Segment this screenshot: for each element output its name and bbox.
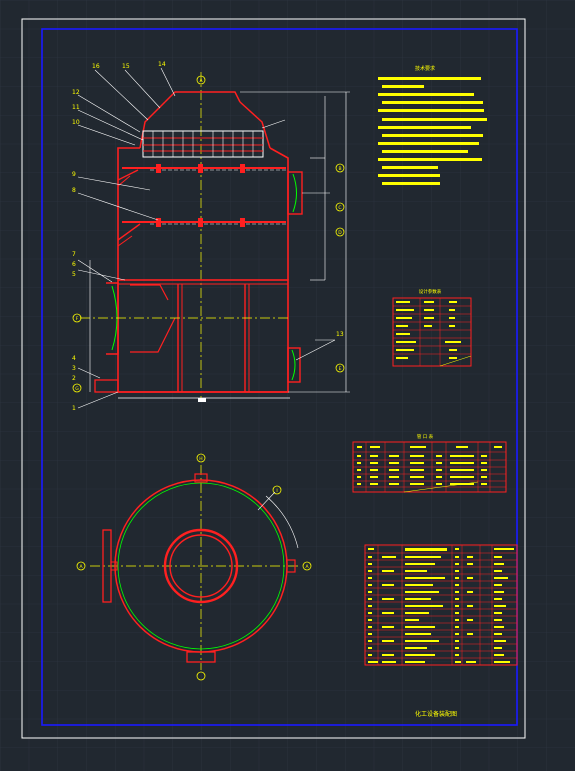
part-label: 13 bbox=[336, 331, 344, 338]
nozzle-table-title: 管 口 表 bbox=[417, 433, 434, 440]
part-label: 12 bbox=[72, 89, 80, 96]
part-label: 6 bbox=[72, 261, 76, 268]
nozzle-letter: H bbox=[199, 456, 202, 462]
part-label: 10 bbox=[72, 119, 80, 126]
nozzle-letter: G bbox=[75, 386, 79, 392]
nozzle-letter: D bbox=[338, 230, 342, 236]
part-label: 16 bbox=[92, 63, 100, 70]
part-label: 2 bbox=[72, 375, 76, 382]
nozzle-letter: E bbox=[339, 366, 342, 372]
nozzle-letter: I bbox=[276, 488, 277, 494]
part-label: 4 bbox=[72, 355, 76, 362]
part-label: 9 bbox=[72, 171, 76, 178]
nozzle-letter: C bbox=[338, 205, 341, 211]
part-label: 5 bbox=[72, 271, 76, 278]
part-label: 8 bbox=[72, 187, 76, 194]
nozzle-letter: F bbox=[76, 316, 79, 322]
part-label: 7 bbox=[72, 251, 76, 258]
part-label: 3 bbox=[72, 365, 76, 372]
part-label: 1 bbox=[72, 405, 76, 412]
title-block-label: 化工设备装配图 bbox=[415, 710, 457, 718]
part-label: 11 bbox=[72, 104, 80, 111]
notes-title: 技术要求 bbox=[415, 65, 435, 72]
part-label: 14 bbox=[158, 61, 166, 68]
nozzle-letter: B bbox=[338, 166, 341, 172]
design-table-title: 设计参数表 bbox=[419, 288, 442, 295]
part-label: 15 bbox=[122, 63, 130, 70]
cad-drawing-canvas[interactable]: 16 15 14 12 11 10 9 8 7 6 5 4 3 2 1 13 A… bbox=[0, 0, 575, 771]
